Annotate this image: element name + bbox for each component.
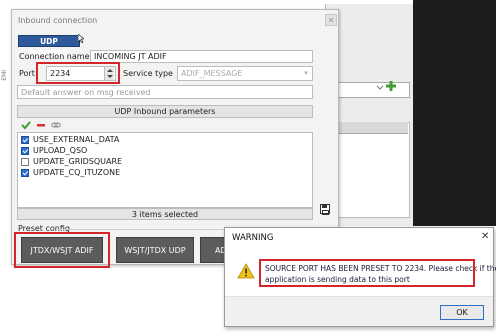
background-combo[interactable] [336,82,410,98]
params-toolbar [17,118,313,132]
checkbox[interactable] [21,169,29,177]
dialog-close-button[interactable]: ✕ [325,14,337,26]
port-label: Port [19,69,35,78]
dark-background-panel [413,0,496,226]
remove-icon[interactable] [36,120,46,130]
connection-name-value: INCOMING JT ADIF [94,52,167,61]
dialog-title: Inbound connection [18,16,98,25]
params-header: UDP Inbound parameters [17,105,313,118]
background-list-header [336,122,408,134]
chevron-down-icon[interactable]: ▾ [300,66,312,81]
udp-inbound-tab[interactable]: UDP INBOUND [18,35,80,58]
items-selected-status: 3 items selected [17,208,313,220]
mouse-cursor-icon [78,34,84,43]
service-type-value: ADIF_MESSAGE [181,69,243,78]
add-icon[interactable] [385,80,397,92]
link-icon[interactable] [51,120,61,130]
preset-highlight [14,232,110,268]
save-icon[interactable] [320,204,330,215]
ok-button[interactable]: OK [440,305,484,320]
message-highlight [259,259,475,287]
default-answer-placeholder: Default answer on msg received [21,88,151,97]
list-item-label: UPDATE_GRIDSQUARE [33,157,123,166]
checkbox[interactable] [21,136,29,144]
warning-title: WARNING [232,233,274,243]
port-highlight [36,62,120,84]
list-item-label: UPDATE_CQ_ITUZONE [33,168,121,177]
side-label: EMI [1,70,8,81]
warning-icon [237,263,255,279]
list-item-label: USE_EXTERNAL_DATA [33,135,120,144]
background-list [336,122,410,218]
connection-name-label: Connection name [19,52,90,61]
checkbox[interactable] [21,158,29,166]
warning-close-button[interactable]: ✕ [481,231,489,242]
list-item-label: UPLOAD_QSO [33,146,88,155]
check-icon[interactable] [21,120,31,130]
service-type-label: Service type [123,69,173,78]
checkbox[interactable] [21,147,29,155]
preset-wsjt-jtdx-udp-button[interactable]: WSJT/JTDX UDP [116,237,194,263]
